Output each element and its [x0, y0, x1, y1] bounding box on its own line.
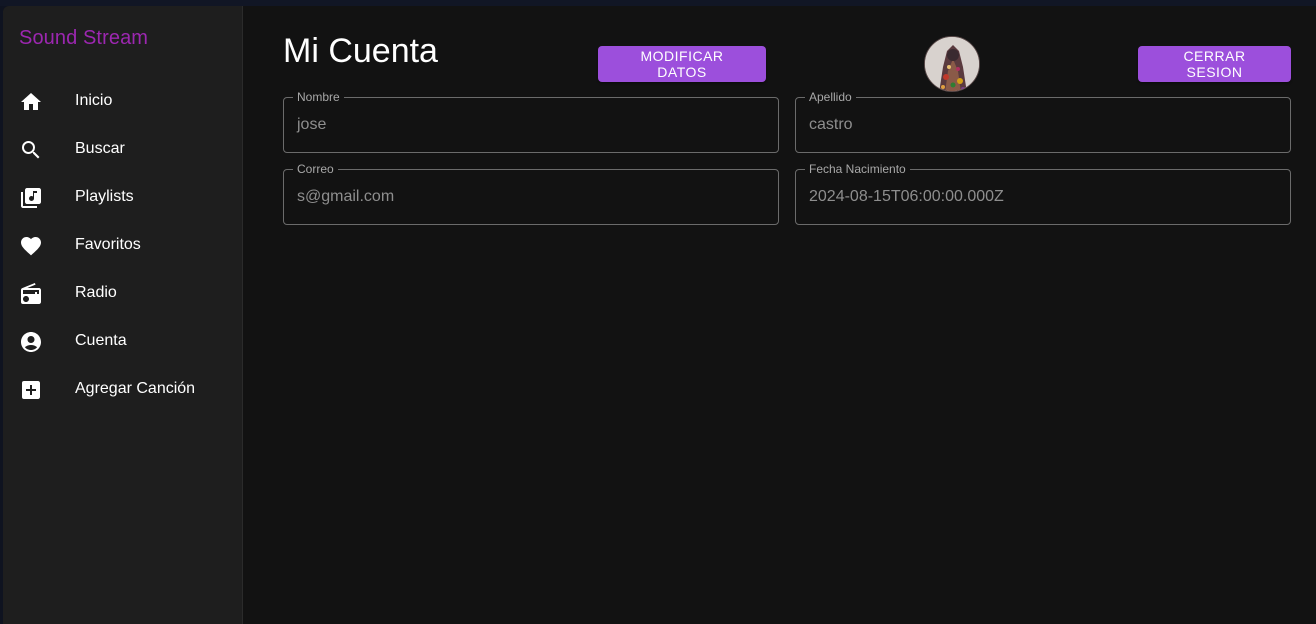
account-page: Mi Cuenta MODIFICAR DATOS CERRAR SESION … — [243, 6, 1316, 624]
fecha-nacimiento-value: 2024-08-15T06:00:00.000Z — [809, 188, 1004, 205]
fecha-nacimiento-label: Fecha Nacimiento — [805, 162, 910, 176]
sidebar-nav: Inicio Buscar Playlists Favoritos Radio … — [3, 78, 242, 414]
sidebar-item-cuenta[interactable]: Cuenta — [3, 318, 242, 366]
app-frame: Sound Stream Inicio Buscar Playlists Fav… — [3, 6, 1316, 624]
heart-icon — [19, 234, 43, 258]
correo-label: Correo — [293, 162, 338, 176]
correo-value: s@gmail.com — [297, 188, 395, 205]
sidebar: Sound Stream Inicio Buscar Playlists Fav… — [3, 6, 243, 624]
apellido-field[interactable]: Apellido castro — [795, 90, 1291, 153]
sidebar-item-label: Favoritos — [75, 236, 141, 253]
nombre-value: jose — [297, 116, 327, 133]
radio-icon — [19, 282, 43, 306]
avatar[interactable] — [924, 36, 980, 92]
library-music-icon — [19, 186, 43, 210]
fecha-nacimiento-field[interactable]: Fecha Nacimiento 2024-08-15T06:00:00.000… — [795, 162, 1291, 225]
add-box-icon — [19, 378, 43, 402]
sidebar-item-radio[interactable]: Radio — [3, 270, 242, 318]
avatar-image — [925, 37, 979, 91]
sidebar-item-label: Buscar — [75, 140, 125, 157]
sidebar-item-buscar[interactable]: Buscar — [3, 126, 242, 174]
page-title: Mi Cuenta — [283, 32, 438, 70]
apellido-label: Apellido — [805, 90, 856, 104]
home-icon — [19, 90, 43, 114]
sidebar-item-agregar-cancion[interactable]: Agregar Canción — [3, 366, 242, 414]
sidebar-item-label: Inicio — [75, 92, 113, 109]
brand-title: Sound Stream — [19, 27, 149, 49]
sidebar-item-label: Playlists — [75, 188, 134, 205]
nombre-label: Nombre — [293, 90, 344, 104]
sidebar-item-label: Agregar Canción — [75, 380, 196, 397]
search-icon — [19, 138, 43, 162]
sidebar-item-playlists[interactable]: Playlists — [3, 174, 242, 222]
account-circle-icon — [19, 330, 43, 354]
sidebar-item-label: Cuenta — [75, 332, 127, 349]
apellido-value: castro — [809, 116, 853, 133]
correo-field[interactable]: Correo s@gmail.com — [283, 162, 779, 225]
modify-data-button[interactable]: MODIFICAR DATOS — [598, 46, 766, 82]
sidebar-item-label: Radio — [75, 284, 117, 301]
sidebar-item-favoritos[interactable]: Favoritos — [3, 222, 242, 270]
logout-button[interactable]: CERRAR SESION — [1138, 46, 1291, 82]
sidebar-item-inicio[interactable]: Inicio — [3, 78, 242, 126]
nombre-field[interactable]: Nombre jose — [283, 90, 779, 153]
